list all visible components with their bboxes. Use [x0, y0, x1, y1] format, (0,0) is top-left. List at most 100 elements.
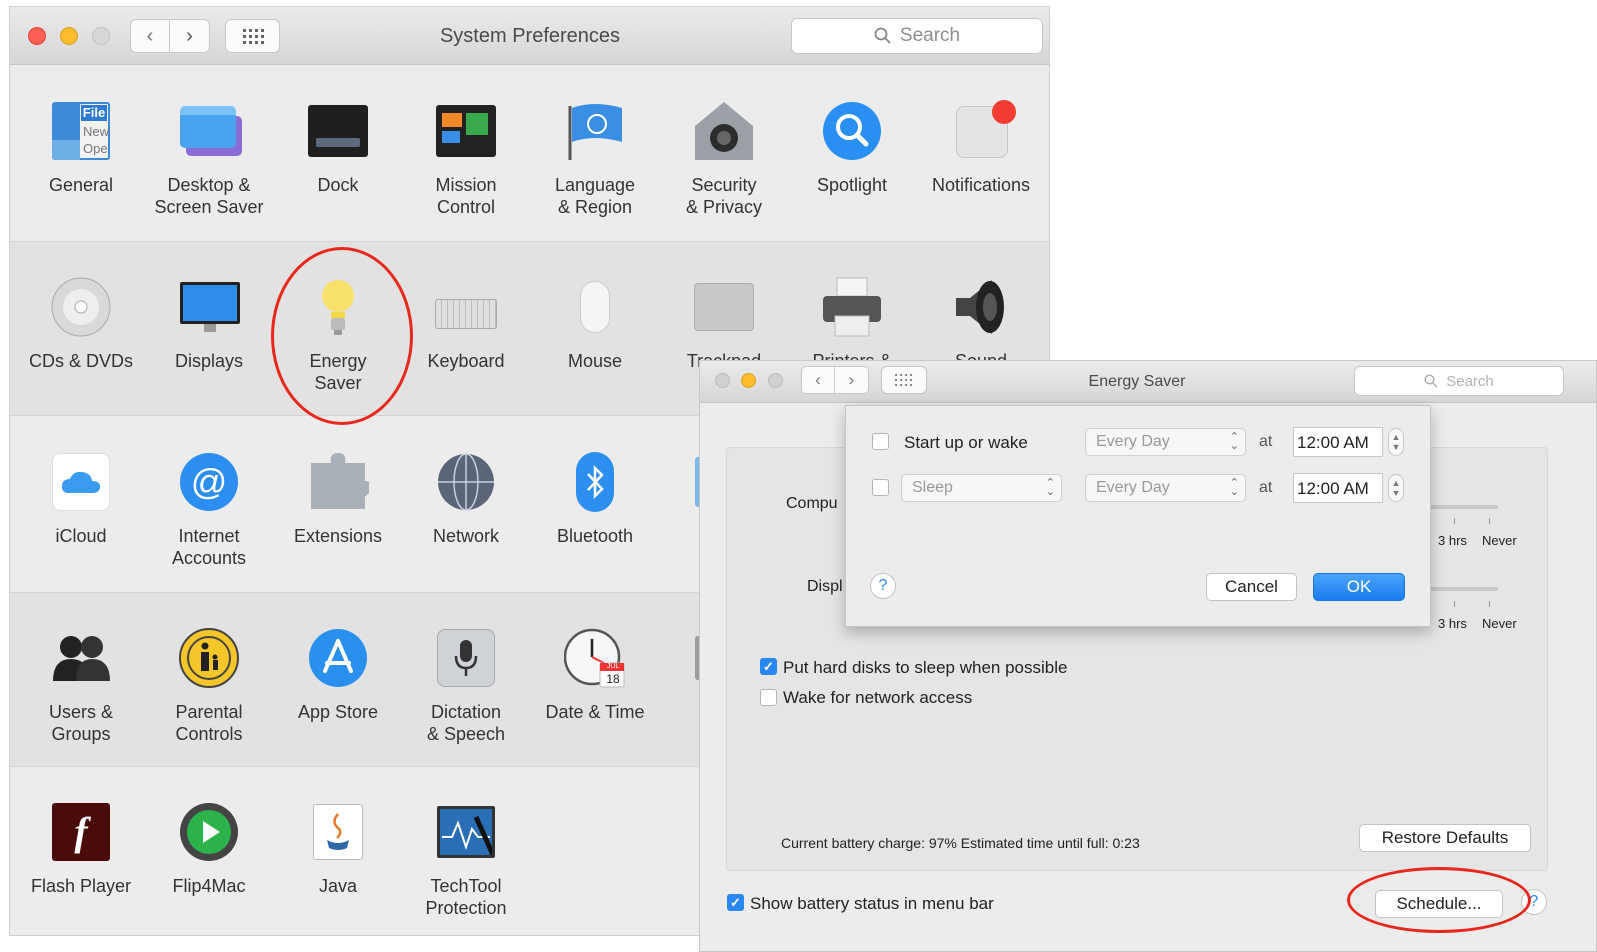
pane-users-groups[interactable]: Users & Groups	[17, 627, 145, 745]
pane-network[interactable]: Network	[402, 451, 530, 547]
forward-button[interactable]: ›	[170, 19, 210, 53]
pane-cds-dvds[interactable]: CDs & DVDs	[17, 276, 145, 372]
search-field[interactable]: Search	[791, 18, 1043, 54]
pane-trackpad[interactable]: Trackpad	[660, 276, 788, 372]
display-sleep-label: Displ	[807, 578, 843, 595]
show-battery-checkbox[interactable]: ✓	[727, 894, 744, 911]
energy-saver-highlight-ring	[271, 247, 413, 425]
pane-internet-accounts[interactable]: @ Internet Accounts	[145, 451, 273, 569]
sleep-checkbox[interactable]	[872, 479, 889, 496]
users-groups-icon	[50, 627, 112, 689]
put-hard-disks-checkbox[interactable]: ✓	[760, 658, 777, 675]
wake-network-checkbox[interactable]	[760, 689, 777, 706]
back-button[interactable]: ‹	[801, 366, 835, 394]
tick-mark	[1454, 601, 1455, 607]
pane-security-privacy[interactable]: Security & Privacy	[660, 100, 788, 218]
updown-arrow-icon: ⌃ ⌄	[1045, 477, 1055, 498]
startup-label: Start up or wake	[904, 433, 1028, 452]
pane-spotlight[interactable]: Spotlight	[788, 100, 916, 196]
pane-icloud[interactable]: iCloud	[17, 451, 145, 547]
startup-time-field[interactable]: 12:00 AM	[1293, 427, 1383, 457]
time-stepper[interactable]: ▲ ▼	[1388, 428, 1404, 456]
icloud-icon	[50, 451, 112, 513]
dictation-speech-icon	[435, 627, 497, 689]
flip4mac-icon	[178, 801, 240, 863]
pane-flip4mac[interactable]: Flip4Mac	[145, 801, 273, 897]
close-button[interactable]	[715, 373, 730, 388]
minimize-button[interactable]	[741, 373, 756, 388]
tick-mark	[1454, 518, 1455, 524]
window-title: Energy Saver	[1088, 373, 1186, 390]
energy-saver-window: ‹ › Energy Saver Search Compu 3 hrs Neve…	[699, 360, 1597, 952]
minimize-button[interactable]	[60, 27, 78, 45]
help-button[interactable]: ?	[870, 573, 896, 599]
show-all-button[interactable]	[881, 366, 927, 394]
parental-controls-icon	[178, 627, 240, 689]
slider-label-never: Never	[1482, 533, 1517, 548]
computer-sleep-slider-track[interactable]	[1428, 505, 1498, 509]
startup-checkbox[interactable]	[872, 433, 889, 450]
slider-label-3hrs: 3 hrs	[1438, 533, 1467, 548]
search-placeholder: Search	[1446, 372, 1494, 390]
time-stepper[interactable]: ▲ ▼	[1388, 474, 1404, 502]
cancel-button[interactable]: Cancel	[1206, 573, 1297, 601]
pane-mission-control[interactable]: Mission Control	[402, 100, 530, 218]
pane-dock[interactable]: Dock	[274, 100, 402, 196]
close-button[interactable]	[28, 27, 46, 45]
pane-keyboard[interactable]: Keyboard	[402, 276, 530, 372]
tick-mark	[1489, 518, 1490, 524]
forward-button[interactable]: ›	[835, 366, 869, 394]
pane-techtool-protection[interactable]: TechTool Protection	[402, 801, 530, 919]
pane-date-time[interactable]: JUL 18 Date & Time	[531, 627, 659, 723]
at-label: at	[1259, 433, 1273, 450]
preferences-row-personal: File New Ope General Desktop & Screen Sa…	[10, 66, 1049, 241]
language-region-icon	[564, 100, 626, 162]
sleep-frequency-popup[interactable]: Every Day ⌃ ⌄	[1085, 474, 1246, 502]
techtool-protection-icon	[435, 801, 497, 863]
ok-button[interactable]: OK	[1313, 573, 1405, 601]
startup-frequency-popup[interactable]: Every Day ⌃ ⌄	[1085, 428, 1246, 456]
slider-label-3hrs: 3 hrs	[1438, 616, 1467, 631]
display-sleep-slider-track[interactable]	[1428, 587, 1498, 591]
search-placeholder: Search	[899, 25, 961, 46]
chevron-right-icon: ›	[848, 370, 855, 389]
schedule-sheet: Start up or wake Every Day ⌃ ⌄ at 12:00 A…	[845, 405, 1431, 627]
pane-displays[interactable]: Displays	[145, 276, 273, 372]
pane-java[interactable]: Java	[274, 801, 402, 897]
search-field[interactable]: Search	[1354, 366, 1564, 396]
mission-control-icon	[435, 100, 497, 162]
security-privacy-icon	[693, 100, 755, 162]
pane-parental-controls[interactable]: Parental Controls	[145, 627, 273, 745]
updown-arrow-icon: ⌃ ⌄	[1229, 477, 1239, 498]
pane-sound[interactable]: Sound	[917, 276, 1045, 372]
pane-extensions[interactable]: Extensions	[274, 451, 402, 547]
grid-icon	[242, 29, 264, 44]
zoom-button[interactable]	[92, 27, 110, 45]
flash-player-icon: f	[50, 801, 112, 863]
sleep-time-field[interactable]: 12:00 AM	[1293, 473, 1383, 503]
restore-defaults-button[interactable]: Restore Defaults	[1359, 824, 1531, 852]
pane-app-store[interactable]: App Store	[274, 627, 402, 723]
schedule-highlight-ring	[1347, 867, 1531, 933]
keyboard-icon	[435, 276, 497, 338]
pane-notifications[interactable]: Notifications	[917, 100, 1045, 196]
zoom-button[interactable]	[768, 373, 783, 388]
internet-accounts-icon: @	[178, 451, 240, 513]
show-battery-label: Show battery status in menu bar	[750, 894, 994, 913]
sound-icon	[950, 276, 1012, 338]
general-icon: File New Ope	[50, 100, 112, 162]
pane-printers[interactable]: Printers &	[788, 276, 916, 372]
pane-dictation-speech[interactable]: Dictation & Speech	[402, 627, 530, 745]
sleep-action-popup[interactable]: Sleep ⌃ ⌄	[901, 474, 1062, 502]
pane-mouse[interactable]: Mouse	[531, 276, 659, 372]
pane-general[interactable]: File New Ope General	[17, 100, 145, 196]
pane-language-region[interactable]: Language & Region	[531, 100, 659, 218]
pane-bluetooth[interactable]: Bluetooth	[531, 451, 659, 547]
pane-flash-player[interactable]: f Flash Player	[17, 801, 145, 897]
notifications-icon	[950, 100, 1016, 162]
pane-desktop-screen-saver[interactable]: Desktop & Screen Saver	[145, 100, 273, 218]
back-button[interactable]: ‹	[130, 19, 170, 53]
show-all-button[interactable]	[225, 19, 280, 53]
computer-sleep-label: Compu	[786, 495, 838, 512]
search-icon	[1424, 374, 1438, 388]
